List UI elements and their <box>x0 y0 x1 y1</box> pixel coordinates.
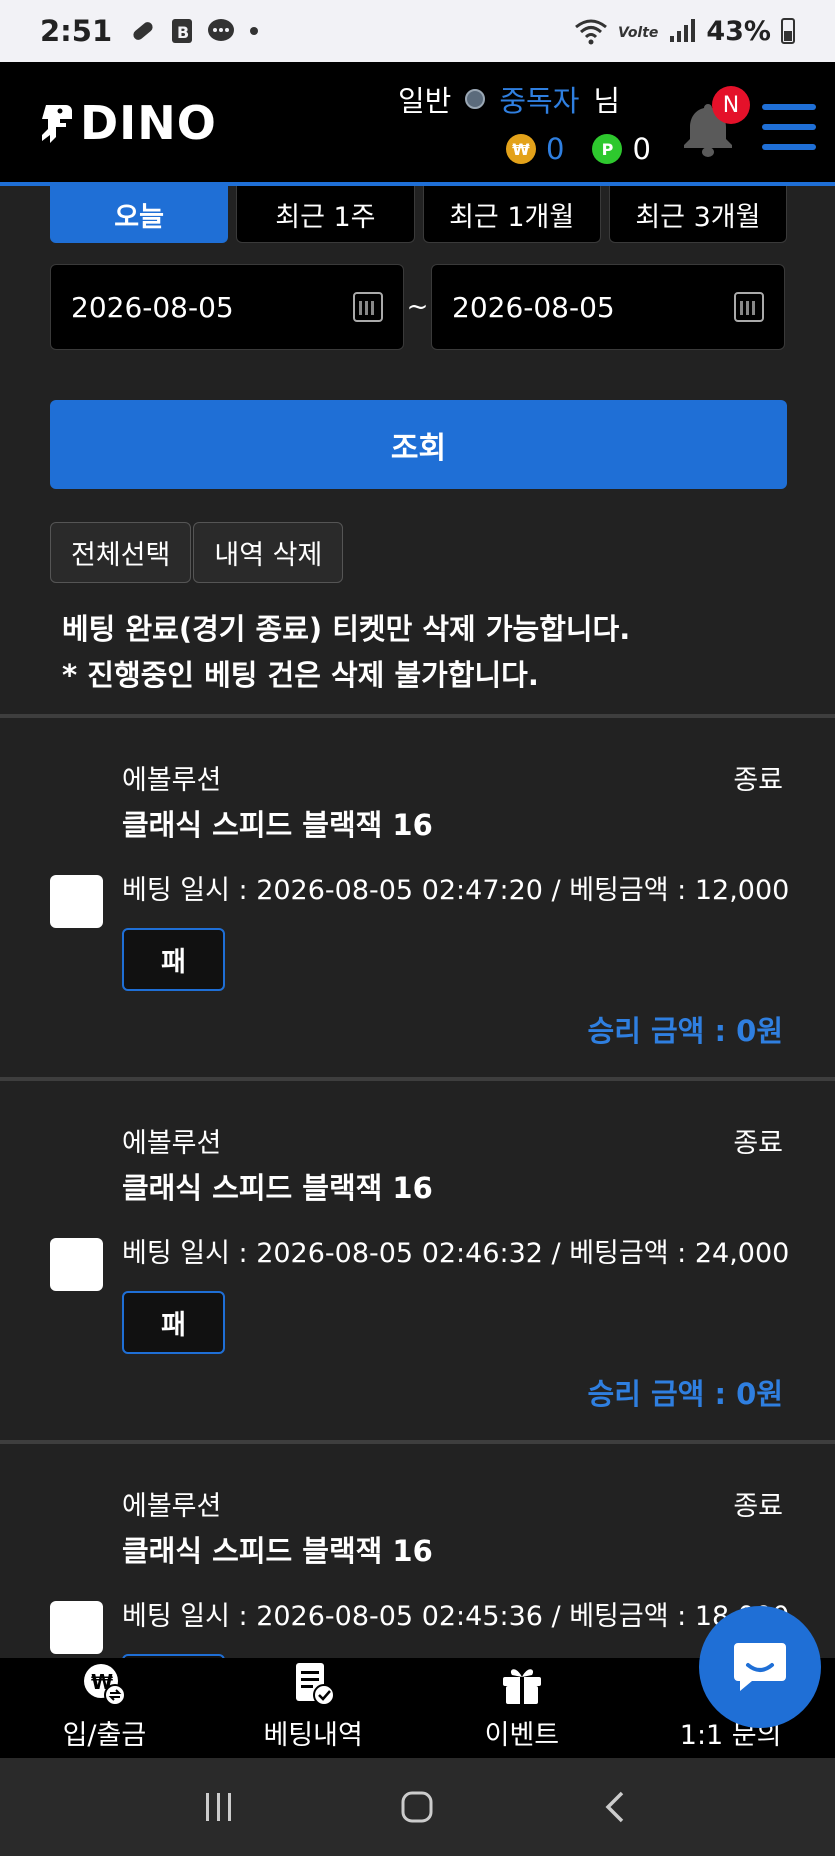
bet-title: 클래식 스피드 블랙잭 16 <box>122 808 433 842</box>
honorific: 님 <box>593 84 621 118</box>
svg-text:B: B <box>177 23 189 42</box>
deposit-withdraw-icon: ₩ <box>84 1664 127 1706</box>
calendar-icon[interactable] <box>353 292 383 322</box>
nickname[interactable]: 중독자 <box>499 78 579 120</box>
bet-info: 베팅 일시 : 2026-08-05 02:46:32 / 베팅금액 : 24,… <box>122 1238 790 1269</box>
tab-1-month[interactable]: 최근 1개월 <box>422 186 601 243</box>
level-badge-icon <box>465 89 486 109</box>
user-info: 일반 중독자 님 <box>398 78 620 120</box>
bet-category: 에볼루션 <box>122 1128 222 1159</box>
end-date-value: 2026-08-05 <box>452 290 615 324</box>
bet-status: 종료 <box>733 765 783 796</box>
nav-label: 이벤트 <box>484 1720 560 1751</box>
bet-result-badge: 패 <box>122 1291 225 1354</box>
bet-item: 에볼루션 종료 클래식 스피드 블랙잭 16 베팅 일시 : 2026-08-0… <box>0 714 835 1077</box>
recent-apps-icon[interactable] <box>201 1789 237 1825</box>
menu-icon[interactable] <box>762 104 816 150</box>
tab-today[interactable]: 오늘 <box>50 186 229 243</box>
chat-icon <box>734 1643 786 1691</box>
win-amount: 승리 금액 : 0원 <box>587 1014 783 1048</box>
user-level: 일반 <box>398 84 452 118</box>
tab-3-months[interactable]: 최근 3개월 <box>608 186 787 243</box>
battery-percent: 43% <box>706 15 771 47</box>
betting-history-icon <box>296 1663 336 1706</box>
nav-label: 베팅내역 <box>263 1720 363 1751</box>
chat-bubble-icon <box>208 19 235 41</box>
status-right: Volte 43% <box>574 16 795 47</box>
notice-line: 베팅 완료(경기 종료) 티켓만 삭제 가능합니다. <box>62 612 631 646</box>
signal-icon <box>670 19 696 42</box>
logo[interactable]: DINO <box>32 96 217 150</box>
delete-history-button[interactable]: 내역 삭제 <box>193 522 344 583</box>
start-date-input[interactable]: 2026-08-05 <box>50 264 404 350</box>
money-balance: 0 <box>546 132 565 166</box>
bet-checkbox[interactable] <box>50 875 103 928</box>
win-amount: 승리 금액 : 0원 <box>587 1377 783 1411</box>
bet-info: 베팅 일시 : 2026-08-05 02:45:36 / 베팅금액 : 18,… <box>122 1601 790 1632</box>
dino-logo-icon <box>42 105 72 143</box>
period-tabs: 오늘 최근 1주 최근 1개월 최근 3개월 <box>50 186 787 243</box>
notification-badge: N <box>712 86 750 124</box>
list-actions: 전체선택 내역 삭제 <box>50 522 344 583</box>
status-icons: B <box>128 16 260 46</box>
nav-betting-history[interactable]: 베팅내역 <box>209 1658 418 1758</box>
logo-text: DINO <box>80 96 217 150</box>
tab-1-week[interactable]: 최근 1주 <box>236 186 415 243</box>
nav-label: 입/출금 <box>62 1720 147 1751</box>
b-app-icon: B <box>172 19 193 43</box>
dot-icon <box>250 27 259 35</box>
wifi-icon <box>575 19 608 45</box>
bet-status: 종료 <box>733 1491 783 1522</box>
nav-event[interactable]: 이벤트 <box>418 1658 627 1758</box>
search-button[interactable]: 조회 <box>50 400 787 489</box>
bet-title: 클래식 스피드 블랙잭 16 <box>122 1534 433 1568</box>
live-chat-button[interactable] <box>699 1606 821 1728</box>
bet-status: 종료 <box>733 1128 783 1159</box>
end-date-input[interactable]: 2026-08-05 <box>431 264 785 350</box>
bet-item: 에볼루션 종료 클래식 스피드 블랙잭 16 베팅 일시 : 2026-08-0… <box>0 1077 835 1440</box>
battery-icon <box>781 18 795 44</box>
select-all-button[interactable]: 전체선택 <box>50 522 192 583</box>
balance-info: ₩ 0 P 0 <box>506 132 651 166</box>
point-balance: 0 <box>632 132 651 166</box>
link-icon <box>133 22 153 40</box>
delete-notice: 베팅 완료(경기 종료) 티켓만 삭제 가능합니다. * 진행중인 베팅 건은 … <box>62 606 630 698</box>
back-icon[interactable] <box>598 1789 634 1825</box>
svg-text:Volte: Volte <box>618 25 658 41</box>
bet-checkbox[interactable] <box>50 1238 103 1291</box>
calendar-icon[interactable] <box>734 292 764 322</box>
bet-result-badge: 패 <box>122 928 225 991</box>
bet-title: 클래식 스피드 블랙잭 16 <box>122 1171 433 1205</box>
point-coin-icon: P <box>592 134 623 164</box>
home-icon[interactable] <box>399 1789 435 1825</box>
bet-category: 에볼루션 <box>122 1491 222 1522</box>
system-nav-bar <box>0 1758 835 1856</box>
volte-icon: Volte <box>618 25 658 41</box>
app-header: DINO 일반 중독자 님 ₩ 0 P 0 N <box>0 62 835 186</box>
bet-info: 베팅 일시 : 2026-08-05 02:47:20 / 베팅금액 : 12,… <box>122 875 790 906</box>
date-separator: ~ <box>406 292 429 322</box>
date-range: 2026-08-05 ~ 2026-08-05 <box>50 264 785 350</box>
status-time: 2:51 <box>40 14 113 48</box>
bet-category: 에볼루션 <box>122 765 222 796</box>
nav-deposit-withdraw[interactable]: ₩ 입/출금 <box>0 1658 209 1758</box>
won-coin-icon: ₩ <box>506 134 536 164</box>
start-date-value: 2026-08-05 <box>71 290 234 324</box>
gift-icon <box>502 1669 541 1704</box>
status-bar: 2:51 B Volte 43% <box>0 0 835 62</box>
notice-line: * 진행중인 베팅 건은 삭제 불가합니다. <box>62 658 539 692</box>
bet-checkbox[interactable] <box>50 1601 103 1654</box>
